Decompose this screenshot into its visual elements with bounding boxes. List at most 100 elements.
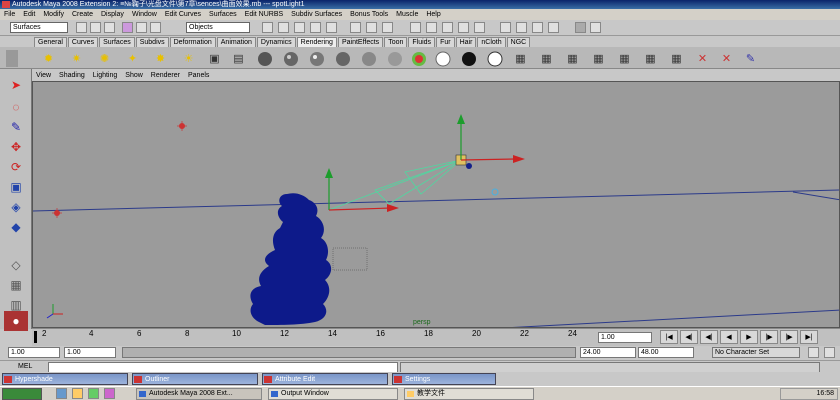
menu-subdiv-surfaces[interactable]: Subdiv Surfaces — [291, 11, 342, 18]
minimized-settings[interactable]: Settings — [392, 373, 496, 385]
shelf-tab-ngc[interactable]: NGC — [506, 37, 531, 47]
current-time-marker[interactable] — [34, 331, 37, 343]
character-set-dropdown[interactable]: No Character Set — [712, 347, 800, 358]
shelf-tab-fluids[interactable]: Fluids — [408, 37, 436, 47]
panel-menu-panels[interactable]: Panels — [188, 72, 209, 79]
render-view-icon[interactable]: ▦ — [538, 50, 555, 67]
step-forward-key-button[interactable]: |▶ — [780, 330, 798, 344]
minimized-outliner[interactable]: Outliner — [132, 373, 258, 385]
ie-quicklaunch-icon[interactable] — [56, 388, 67, 399]
menu-surfaces[interactable]: Surfaces — [209, 11, 237, 18]
relationship-editor-icon[interactable]: ▦ — [668, 50, 685, 67]
auto-key-icon[interactable] — [808, 347, 819, 358]
animation-prefs-icon[interactable] — [824, 347, 835, 358]
render-settings-icon[interactable] — [548, 22, 559, 33]
ipr-icon[interactable]: ▦ — [642, 50, 659, 67]
range-slider[interactable] — [122, 347, 576, 358]
shelf-tab-toon[interactable]: Toon — [384, 37, 408, 47]
brush-icon[interactable]: ✎ — [742, 50, 759, 67]
render-globals-icon[interactable]: ▦ — [564, 50, 581, 67]
directional-light-icon[interactable]: ✷ — [68, 50, 85, 67]
step-forward-frame-button[interactable]: |▶ — [760, 330, 778, 344]
select-tool-icon[interactable]: ➤ — [4, 75, 28, 95]
move-manipulator-statue[interactable] — [325, 168, 399, 212]
single-perspective-layout-icon[interactable]: ◇ — [4, 255, 28, 275]
shading-group-icon[interactable] — [486, 50, 503, 67]
snap-curve-icon[interactable] — [426, 22, 437, 33]
select-component-icon[interactable] — [150, 22, 161, 33]
minimized-hypershade[interactable]: Hypershade — [2, 373, 128, 385]
point-light-icon[interactable]: ✺ — [96, 50, 113, 67]
start-button[interactable] — [2, 388, 42, 400]
ambient-light-icon[interactable]: ✹ — [40, 50, 57, 67]
record-icon[interactable]: ● — [4, 311, 28, 331]
surface-shader-icon[interactable] — [434, 50, 451, 67]
shelf-tab-animation[interactable]: Animation — [216, 37, 256, 47]
shelf-tab-curves[interactable]: Curves — [67, 37, 99, 47]
light-target-icon[interactable] — [491, 188, 499, 196]
move-tool-icon[interactable]: ✥ — [4, 137, 28, 157]
ipr-render-icon[interactable] — [532, 22, 543, 33]
move-manipulator-light[interactable] — [457, 114, 525, 163]
task-output-window[interactable]: Output Window — [268, 388, 398, 400]
app-quicklaunch-icon[interactable] — [104, 388, 115, 399]
camera-aim-icon[interactable]: ▤ — [230, 50, 247, 67]
step-back-key-button[interactable]: ◀| — [680, 330, 698, 344]
ramp-shader-icon[interactable] — [410, 50, 427, 67]
volume-light-icon[interactable]: ☀ — [180, 50, 197, 67]
shelf-tab-dynamics[interactable]: Dynamics — [256, 37, 296, 47]
shelf-menu-icon[interactable] — [6, 50, 18, 67]
minimized-attribute-editor[interactable]: Attribute Edit — [262, 373, 388, 385]
selection-mask-dropdown[interactable]: Objects — [186, 22, 250, 33]
mask-deformer-icon[interactable] — [326, 22, 337, 33]
shelf-tab-deformation[interactable]: Deformation — [169, 37, 216, 47]
shelf-tab-subdivs[interactable]: Subdivs — [135, 37, 169, 47]
last-tool-icon[interactable]: ◆ — [4, 217, 28, 237]
select-hierarchy-icon[interactable] — [122, 22, 133, 33]
anisotropic-shader-icon[interactable] — [360, 50, 377, 67]
new-scene-icon[interactable] — [76, 22, 87, 33]
use-background-icon[interactable] — [460, 50, 477, 67]
menu-file[interactable]: File — [4, 11, 15, 18]
lasso-tool-icon[interactable]: ◌ — [4, 97, 28, 117]
channel-box-icon[interactable] — [590, 22, 601, 33]
panel-menu-show[interactable]: Show — [125, 72, 143, 79]
phonge-shader-icon[interactable] — [334, 50, 351, 67]
select-object-icon[interactable] — [136, 22, 147, 33]
go-to-start-button[interactable]: |◀ — [660, 330, 678, 344]
menu-edit-nurbs[interactable]: Edit NURBS — [245, 11, 284, 18]
blinn-shader-icon[interactable] — [282, 50, 299, 67]
manipulator-tool-icon[interactable]: ◈ — [4, 197, 28, 217]
current-frame-field[interactable]: 1.00 — [598, 332, 652, 343]
make-live-icon[interactable] — [474, 22, 485, 33]
menu-muscle[interactable]: Muscle — [396, 11, 418, 18]
mask-curve-icon[interactable] — [294, 22, 305, 33]
snap-view-plane-icon[interactable] — [458, 22, 469, 33]
spot-light-icon[interactable]: ✦ — [124, 50, 141, 67]
batch-render-icon[interactable]: ▦ — [590, 50, 607, 67]
mask-handle-icon[interactable] — [262, 22, 273, 33]
folder-quicklaunch-icon[interactable] — [72, 388, 83, 399]
toggle-panels-icon[interactable] — [575, 22, 586, 33]
mask-surface-icon[interactable] — [310, 22, 321, 33]
playback-start-field[interactable]: 1.00 — [64, 347, 116, 358]
panel-menu-lighting[interactable]: Lighting — [93, 72, 118, 79]
mask-dynamics-icon[interactable] — [350, 22, 361, 33]
step-back-frame-button[interactable]: ◀| — [700, 330, 718, 344]
point-light-icon[interactable] — [177, 121, 187, 131]
menu-window[interactable]: Window — [132, 11, 157, 18]
four-view-layout-icon[interactable]: ▦ — [4, 275, 28, 295]
play-backwards-button[interactable]: ◀ — [720, 330, 738, 344]
shelf-tab-rendering[interactable]: Rendering — [296, 37, 337, 47]
shelf-tab-hair[interactable]: Hair — [455, 37, 477, 47]
start-time-field[interactable]: 1.00 — [8, 347, 60, 358]
snap-point-icon[interactable] — [442, 22, 453, 33]
menu-create[interactable]: Create — [72, 11, 93, 18]
panel-menu-view[interactable]: View — [36, 72, 51, 79]
panel-menu-renderer[interactable]: Renderer — [151, 72, 180, 79]
shelf-tab-surfaces[interactable]: Surfaces — [99, 37, 135, 47]
shelf-tab-painteffects[interactable]: PaintEffects — [337, 37, 384, 47]
playback-end-field[interactable]: 24.00 — [580, 347, 636, 358]
task-maya[interactable]: Autodesk Maya 2008 Ext... — [136, 388, 262, 400]
menu-edit[interactable]: Edit — [23, 11, 35, 18]
